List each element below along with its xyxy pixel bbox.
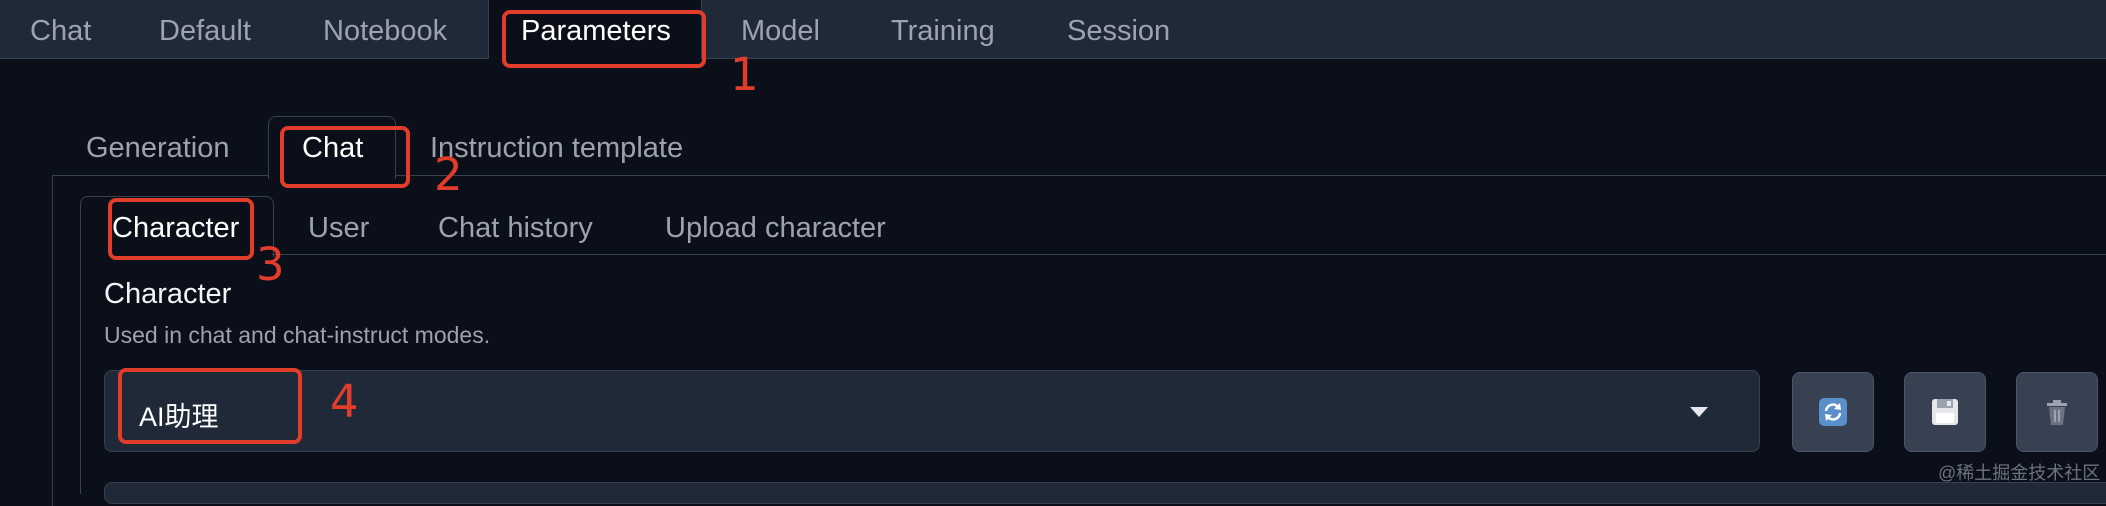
- tab-session[interactable]: Session: [1067, 0, 1170, 58]
- annotation-number-2: 2: [434, 148, 463, 201]
- refresh-icon: [1819, 398, 1847, 426]
- tab-notebook[interactable]: Notebook: [323, 0, 447, 58]
- character-field-next: [104, 482, 2106, 504]
- chat-panel-border: [80, 254, 81, 494]
- tab-chat-history[interactable]: Chat history: [438, 212, 593, 245]
- save-icon: [1932, 399, 1958, 425]
- tab-instruction-template[interactable]: Instruction template: [430, 132, 683, 165]
- delete-button[interactable]: [2016, 372, 2098, 452]
- delete-icon: [2047, 400, 2067, 425]
- chat-panel-divider: [272, 254, 2106, 255]
- tab-generation[interactable]: Generation: [86, 132, 230, 165]
- tab-training[interactable]: Training: [891, 0, 995, 58]
- tab-default[interactable]: Default: [159, 0, 251, 58]
- character-info: Used in chat and chat-instruct modes.: [104, 322, 491, 348]
- annotation-number-1: 1: [730, 48, 759, 101]
- character-label: Character: [104, 278, 232, 310]
- chevron-down-icon: [1690, 407, 1708, 417]
- annotation-number-4: 4: [330, 375, 359, 428]
- tab-user[interactable]: User: [308, 212, 369, 245]
- annotation-number-3: 3: [256, 238, 285, 291]
- tab-upload-character[interactable]: Upload character: [665, 212, 886, 245]
- save-button[interactable]: [1904, 372, 1986, 452]
- annotation-box-3: [108, 198, 254, 260]
- tab-chat[interactable]: Chat: [30, 0, 91, 58]
- top-nav: Chat Default Notebook Parameters Model T…: [0, 0, 2106, 59]
- refresh-button[interactable]: [1792, 372, 1874, 452]
- annotation-box-1: [502, 10, 706, 68]
- annotation-box-4: [118, 368, 302, 444]
- annotation-box-2: [280, 126, 410, 188]
- watermark: @稀土掘金技术社区: [1938, 463, 2101, 483]
